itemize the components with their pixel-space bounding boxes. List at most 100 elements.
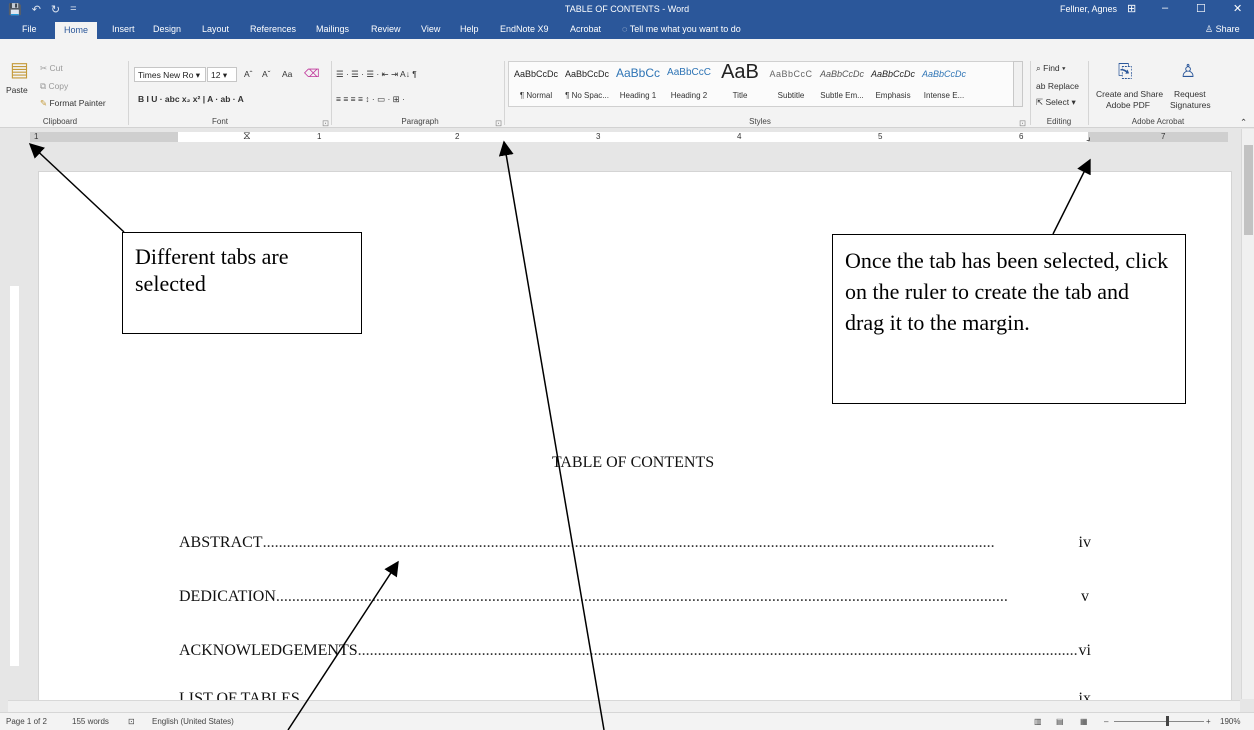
paragraph-row-1[interactable]: ☰ · ☰ · ☰ · ⇤ ⇥ A↓ ¶ bbox=[336, 69, 417, 80]
grow-font-button[interactable]: Aˆ bbox=[244, 69, 253, 79]
clear-formatting-icon[interactable]: ⌫ bbox=[304, 67, 320, 80]
ruler-right-margin bbox=[1088, 132, 1228, 142]
callout-tabs-note: Different tabs are selected bbox=[122, 232, 362, 334]
maximize-button[interactable]: ☐ bbox=[1196, 2, 1206, 15]
tab-layout[interactable]: Layout bbox=[202, 24, 229, 34]
group-divider bbox=[128, 61, 129, 125]
format-painter-button[interactable]: ✎ Format Painter bbox=[40, 98, 106, 109]
toc-heading: TABLE OF CONTENTS bbox=[551, 454, 715, 471]
minimize-button[interactable]: – bbox=[1162, 2, 1168, 14]
toc-entry[interactable]: ACKNOWLEDGEMENTS .......................… bbox=[179, 642, 1091, 664]
tab-insert[interactable]: Insert bbox=[112, 24, 135, 34]
styles-group-label: Styles bbox=[749, 117, 771, 126]
ruler-number: 3 bbox=[596, 132, 601, 141]
group-divider bbox=[504, 61, 505, 125]
vertical-scrollbar[interactable] bbox=[1241, 129, 1254, 699]
indent-marker-icon[interactable]: ⧖ bbox=[243, 130, 251, 143]
font-size-box[interactable]: 12 ▾ bbox=[207, 67, 237, 82]
tab-view[interactable]: View bbox=[421, 24, 440, 34]
tab-file[interactable]: File bbox=[22, 24, 37, 34]
style-emphasis[interactable]: AaBbCcDc Emphasis bbox=[869, 61, 917, 100]
create-share-pdf-label[interactable]: Create and Share bbox=[1096, 89, 1163, 99]
group-divider bbox=[1030, 61, 1031, 125]
request-signatures-icon[interactable]: ♙ bbox=[1180, 61, 1196, 82]
collapse-ribbon-icon[interactable]: ⌃ bbox=[1240, 117, 1247, 128]
create-pdf-icon[interactable]: ⎘ bbox=[1118, 61, 1132, 82]
replace-icon: ab bbox=[1036, 81, 1048, 91]
tab-design[interactable]: Design bbox=[153, 24, 181, 34]
status-bar: Page 1 of 2 155 words ⊡ English (United … bbox=[0, 712, 1254, 730]
tell-me-search[interactable]: ◌ Tell me what you want to do bbox=[622, 24, 741, 34]
style-heading-1[interactable]: AaBbCc Heading 1 bbox=[614, 61, 662, 100]
ruler-number: 7 bbox=[1161, 132, 1166, 141]
tab-home[interactable]: Home bbox=[55, 22, 98, 39]
ruler-number: 6 bbox=[1019, 132, 1024, 141]
replace-button[interactable]: ab Replace bbox=[1036, 81, 1079, 91]
style-no-spacing[interactable]: AaBbCcDc ¶ No Spac... bbox=[563, 61, 611, 100]
paragraph-row-2[interactable]: ≡ ≡ ≡ ≡ ↕ · ▭ · ⊞ · bbox=[336, 94, 405, 105]
vertical-scroll-thumb[interactable] bbox=[1244, 145, 1253, 235]
style-subtitle[interactable]: AaBbCcC Subtitle bbox=[767, 61, 815, 100]
ribbon-display-icon[interactable]: ⊞ bbox=[1127, 2, 1136, 15]
signatures-label[interactable]: Signatures bbox=[1170, 100, 1211, 110]
language[interactable]: English (United States) bbox=[152, 717, 234, 726]
share-button[interactable]: ♙ Share bbox=[1205, 24, 1240, 35]
font-dialog-launcher-icon[interactable]: ⊡ bbox=[322, 118, 329, 129]
zoom-in-icon[interactable]: + bbox=[1206, 717, 1211, 726]
callout-ruler-note: Once the tab has been selected, click on… bbox=[832, 234, 1186, 404]
ribbon-home: ▤ Paste ✂ Cut ⧉ Copy ✎ Format Painter Cl… bbox=[0, 39, 1254, 128]
font-name-box[interactable]: Times New Ro ▾ bbox=[134, 67, 206, 82]
zoom-slider-thumb[interactable] bbox=[1166, 716, 1169, 726]
page-count[interactable]: Page 1 of 2 bbox=[6, 717, 47, 726]
style-title[interactable]: AaB Title bbox=[716, 61, 764, 100]
select-button[interactable]: ⇱ Select ▾ bbox=[1036, 97, 1076, 108]
cut-button[interactable]: ✂ Cut bbox=[40, 63, 63, 74]
ribbon-tabs: File Home Insert Design Layout Reference… bbox=[0, 20, 1254, 39]
style-subtle-emphasis[interactable]: AaBbCcDc Subtle Em... bbox=[818, 61, 866, 100]
change-case-button[interactable]: Aa bbox=[282, 69, 292, 79]
styles-more-scroll[interactable] bbox=[1013, 61, 1023, 107]
proofing-icon[interactable]: ⊡ bbox=[128, 717, 135, 726]
word-count[interactable]: 155 words bbox=[72, 717, 109, 726]
close-button[interactable]: ✕ bbox=[1233, 2, 1242, 15]
paste-label[interactable]: Paste bbox=[6, 85, 28, 95]
find-button[interactable]: ⌕ Find ▾ bbox=[1036, 63, 1066, 74]
style-heading-2[interactable]: AaBbCcC Heading 2 bbox=[665, 61, 713, 100]
styles-dialog-launcher-icon[interactable]: ⊡ bbox=[1019, 118, 1026, 129]
tab-review[interactable]: Review bbox=[371, 24, 401, 34]
zoom-out-icon[interactable]: – bbox=[1104, 717, 1108, 726]
tab-references[interactable]: References bbox=[250, 24, 296, 34]
zoom-level[interactable]: 190% bbox=[1220, 717, 1240, 726]
person-icon: ♙ bbox=[1205, 24, 1216, 34]
paragraph-dialog-launcher-icon[interactable]: ⊡ bbox=[495, 118, 502, 129]
tab-acrobat[interactable]: Acrobat bbox=[570, 24, 601, 34]
ruler-number: 2 bbox=[455, 132, 460, 141]
copy-button[interactable]: ⧉ Copy bbox=[40, 81, 68, 92]
print-layout-icon[interactable]: ▤ bbox=[1056, 717, 1064, 726]
user-name[interactable]: Fellner, Agnes bbox=[1060, 4, 1117, 14]
tab-endnote[interactable]: EndNote X9 bbox=[500, 24, 549, 34]
toc-entry-page: iv bbox=[1078, 534, 1091, 551]
horizontal-scrollbar[interactable] bbox=[8, 700, 1240, 712]
toc-entry[interactable]: DEDICATION .............................… bbox=[179, 588, 1091, 610]
style-intense-emphasis[interactable]: AaBbCcDc Intense E... bbox=[920, 61, 968, 100]
right-tab-stop-icon[interactable]: ⌟ bbox=[1086, 132, 1091, 143]
shrink-font-button[interactable]: Aˇ bbox=[262, 69, 271, 79]
horizontal-ruler[interactable]: 1 1 2 3 4 5 6 7 ⧖ ⌟ bbox=[0, 129, 1240, 145]
font-format-row[interactable]: B I U · abc x₂ x² | A · ab · A bbox=[138, 94, 244, 104]
toc-entry-text: ACKNOWLEDGEMENTS bbox=[179, 642, 358, 659]
toc-entry[interactable]: ABSTRACT ...............................… bbox=[179, 534, 1091, 556]
lightbulb-icon: ◌ bbox=[622, 24, 630, 34]
tab-help[interactable]: Help bbox=[460, 24, 479, 34]
tab-mailings[interactable]: Mailings bbox=[316, 24, 349, 34]
adobe-pdf-label[interactable]: Adobe PDF bbox=[1106, 100, 1150, 110]
style-normal[interactable]: AaBbCcDc ¶ Normal bbox=[512, 61, 560, 100]
toc-entry-text: DEDICATION bbox=[179, 588, 276, 605]
ruler-number: 4 bbox=[737, 132, 742, 141]
web-layout-icon[interactable]: ▦ bbox=[1080, 717, 1088, 726]
zoom-slider[interactable] bbox=[1114, 721, 1204, 722]
ruler-text-area[interactable] bbox=[178, 132, 1088, 142]
paste-icon[interactable]: ▤ bbox=[10, 57, 29, 82]
request-label[interactable]: Request bbox=[1174, 89, 1206, 99]
read-mode-icon[interactable]: ▥ bbox=[1034, 717, 1042, 726]
